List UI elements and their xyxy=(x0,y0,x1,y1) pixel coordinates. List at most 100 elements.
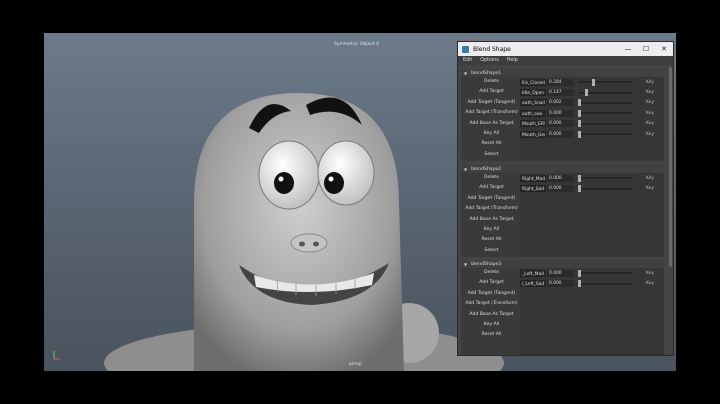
node-header[interactable]: ▼ blendShape1 xyxy=(461,69,664,77)
collapse-triangle-icon[interactable]: ▼ xyxy=(464,167,467,172)
target-list: Right_Mad 0.000 Key Right_Sad 0.000 Key xyxy=(520,173,664,257)
menu-options[interactable]: Options xyxy=(480,58,499,63)
target-weight-slider[interactable] xyxy=(578,99,632,107)
slider-handle[interactable] xyxy=(592,78,596,86)
target-row: Right_Sad 0.000 Key xyxy=(520,183,664,193)
target-weight-slider[interactable] xyxy=(578,120,632,128)
blendshape-node-panel: ▼ blendShape3 Delete Add Target Add Target (… xyxy=(461,260,664,355)
command-button[interactable]: Add Base As Target xyxy=(463,310,520,320)
command-button[interactable]: Key All xyxy=(463,225,520,235)
command-button[interactable]: Add Target xyxy=(463,87,520,97)
slider-handle[interactable] xyxy=(578,120,581,128)
command-button[interactable]: Add Target (Tangent) xyxy=(463,98,520,108)
collapse-triangle-icon[interactable]: ▼ xyxy=(464,262,467,267)
command-button[interactable]: Delete xyxy=(463,173,520,183)
key-button[interactable]: Key xyxy=(646,121,654,126)
blendshape-node-panel: ▼ blendShape2 Delete Add Target Add Target (… xyxy=(461,165,664,257)
target-weight-slider[interactable] xyxy=(578,185,632,193)
target-list: _Left_Mad 0.000 Key i_Left_Sad 0.000 Key xyxy=(520,268,664,355)
key-button[interactable]: Key xyxy=(646,186,654,191)
command-button[interactable]: Add Target (Transform) xyxy=(463,204,520,214)
target-weight-field[interactable]: 0.000 xyxy=(547,269,574,277)
command-button[interactable]: Key All xyxy=(463,129,520,139)
target-weight-field[interactable]: 0.147 xyxy=(547,89,574,97)
key-button[interactable]: Key xyxy=(646,90,654,95)
target-weight-slider[interactable] xyxy=(578,130,632,138)
menu-bar: Edit Options Help xyxy=(458,56,673,65)
command-button[interactable]: Add Base As Target xyxy=(463,119,520,129)
scrollbar[interactable] xyxy=(669,67,672,267)
target-weight-slider[interactable] xyxy=(578,78,632,86)
target-weight-field[interactable]: 0.002 xyxy=(547,99,574,107)
target-weight-field[interactable]: 0.000 xyxy=(547,174,574,182)
target-weight-field[interactable]: 0.000 xyxy=(547,130,574,138)
key-button[interactable]: Key xyxy=(646,80,654,85)
command-button[interactable]: Select xyxy=(463,150,520,160)
close-button[interactable]: ✕ xyxy=(655,42,673,56)
command-button[interactable]: Add Target (Tangent) xyxy=(463,289,520,299)
command-button[interactable]: Select xyxy=(463,246,520,256)
target-name-field[interactable]: Ilis_Closed xyxy=(520,78,546,86)
slider-handle[interactable] xyxy=(585,89,589,97)
menu-edit[interactable]: Edit xyxy=(463,58,472,63)
target-weight-field[interactable]: 0.000 xyxy=(547,280,574,288)
key-button[interactable]: Key xyxy=(646,132,654,137)
command-button[interactable]: Add Target (Tangent) xyxy=(463,194,520,204)
target-name-field[interactable]: Mouth_EFF xyxy=(520,120,546,128)
target-weight-slider[interactable] xyxy=(578,89,632,97)
target-row: outh_ooo 0.000 Key xyxy=(520,108,664,118)
blend-shape-scroll-area[interactable]: ▼ blendShape1 Delete Add Target Add Target (… xyxy=(458,65,667,355)
target-name-field[interactable]: _Left_Mad xyxy=(520,269,546,277)
slider-handle[interactable] xyxy=(578,174,581,182)
command-button[interactable]: Reset All xyxy=(463,330,520,340)
maya-app-icon xyxy=(462,45,469,53)
target-weight-field[interactable]: 0.284 xyxy=(547,78,574,86)
target-weight-field[interactable]: 0.000 xyxy=(547,109,574,117)
window-titlebar[interactable]: Blend Shape — ☐ ✕ xyxy=(458,42,673,56)
target-name-field[interactable]: Right_Mad xyxy=(520,174,546,182)
menu-help[interactable]: Help xyxy=(507,58,518,63)
command-button[interactable]: Key All xyxy=(463,320,520,330)
key-button[interactable]: Key xyxy=(646,100,654,105)
target-name-field[interactable]: i_Left_Sad xyxy=(520,280,546,288)
command-list: Delete Add Target Add Target (Tangent) Add … xyxy=(463,173,520,256)
slider-handle[interactable] xyxy=(578,185,581,193)
slider-handle[interactable] xyxy=(578,130,581,138)
command-button[interactable]: Reset All xyxy=(463,139,520,149)
minimize-button[interactable]: — xyxy=(619,42,637,56)
target-name-field[interactable]: Right_Sad xyxy=(520,185,546,193)
target-weight-slider[interactable] xyxy=(578,280,632,288)
command-button[interactable]: Delete xyxy=(463,268,520,278)
node-header[interactable]: ▼ blendShape2 xyxy=(461,165,664,173)
target-name-field[interactable]: outh_ooo xyxy=(520,109,546,117)
slider-handle[interactable] xyxy=(578,269,581,277)
target-weight-field[interactable]: 0.000 xyxy=(547,185,574,193)
key-button[interactable]: Key xyxy=(646,271,654,276)
command-list: Delete Add Target Add Target (Tangent) Add … xyxy=(463,77,520,160)
command-button[interactable]: Add Target (Transform) xyxy=(463,299,520,309)
node-header[interactable]: ▼ blendShape3 xyxy=(461,260,664,268)
command-button[interactable]: Add Target (Transform) xyxy=(463,108,520,118)
target-name-field[interactable]: Idle_Open xyxy=(520,89,546,97)
maximize-button[interactable]: ☐ xyxy=(637,42,655,56)
target-weight-slider[interactable] xyxy=(578,174,632,182)
key-button[interactable]: Key xyxy=(646,111,654,116)
command-button[interactable]: Reset All xyxy=(463,235,520,245)
key-button[interactable]: Key xyxy=(646,176,654,181)
target-weight-slider[interactable] xyxy=(578,109,632,117)
target-weight-field[interactable]: 0.000 xyxy=(547,120,574,128)
command-button[interactable]: Add Target xyxy=(463,278,520,288)
collapse-triangle-icon[interactable]: ▼ xyxy=(464,71,467,76)
target-name-field[interactable]: outh_Snarl xyxy=(520,99,546,107)
command-button[interactable]: Delete xyxy=(463,77,520,87)
command-button[interactable]: Add Base As Target xyxy=(463,215,520,225)
slider-handle[interactable] xyxy=(578,99,582,107)
slider-handle[interactable] xyxy=(578,109,581,117)
axis-gizmo-icon xyxy=(53,351,60,360)
slider-handle[interactable] xyxy=(578,280,581,288)
key-button[interactable]: Key xyxy=(646,281,654,286)
target-weight-slider[interactable] xyxy=(578,269,632,277)
target-name-field[interactable]: Mouth_Gen xyxy=(520,130,546,138)
blend-shape-window[interactable]: Blend Shape — ☐ ✕ Edit Options Help ▼ ble… xyxy=(457,41,674,356)
command-button[interactable]: Add Target xyxy=(463,183,520,193)
